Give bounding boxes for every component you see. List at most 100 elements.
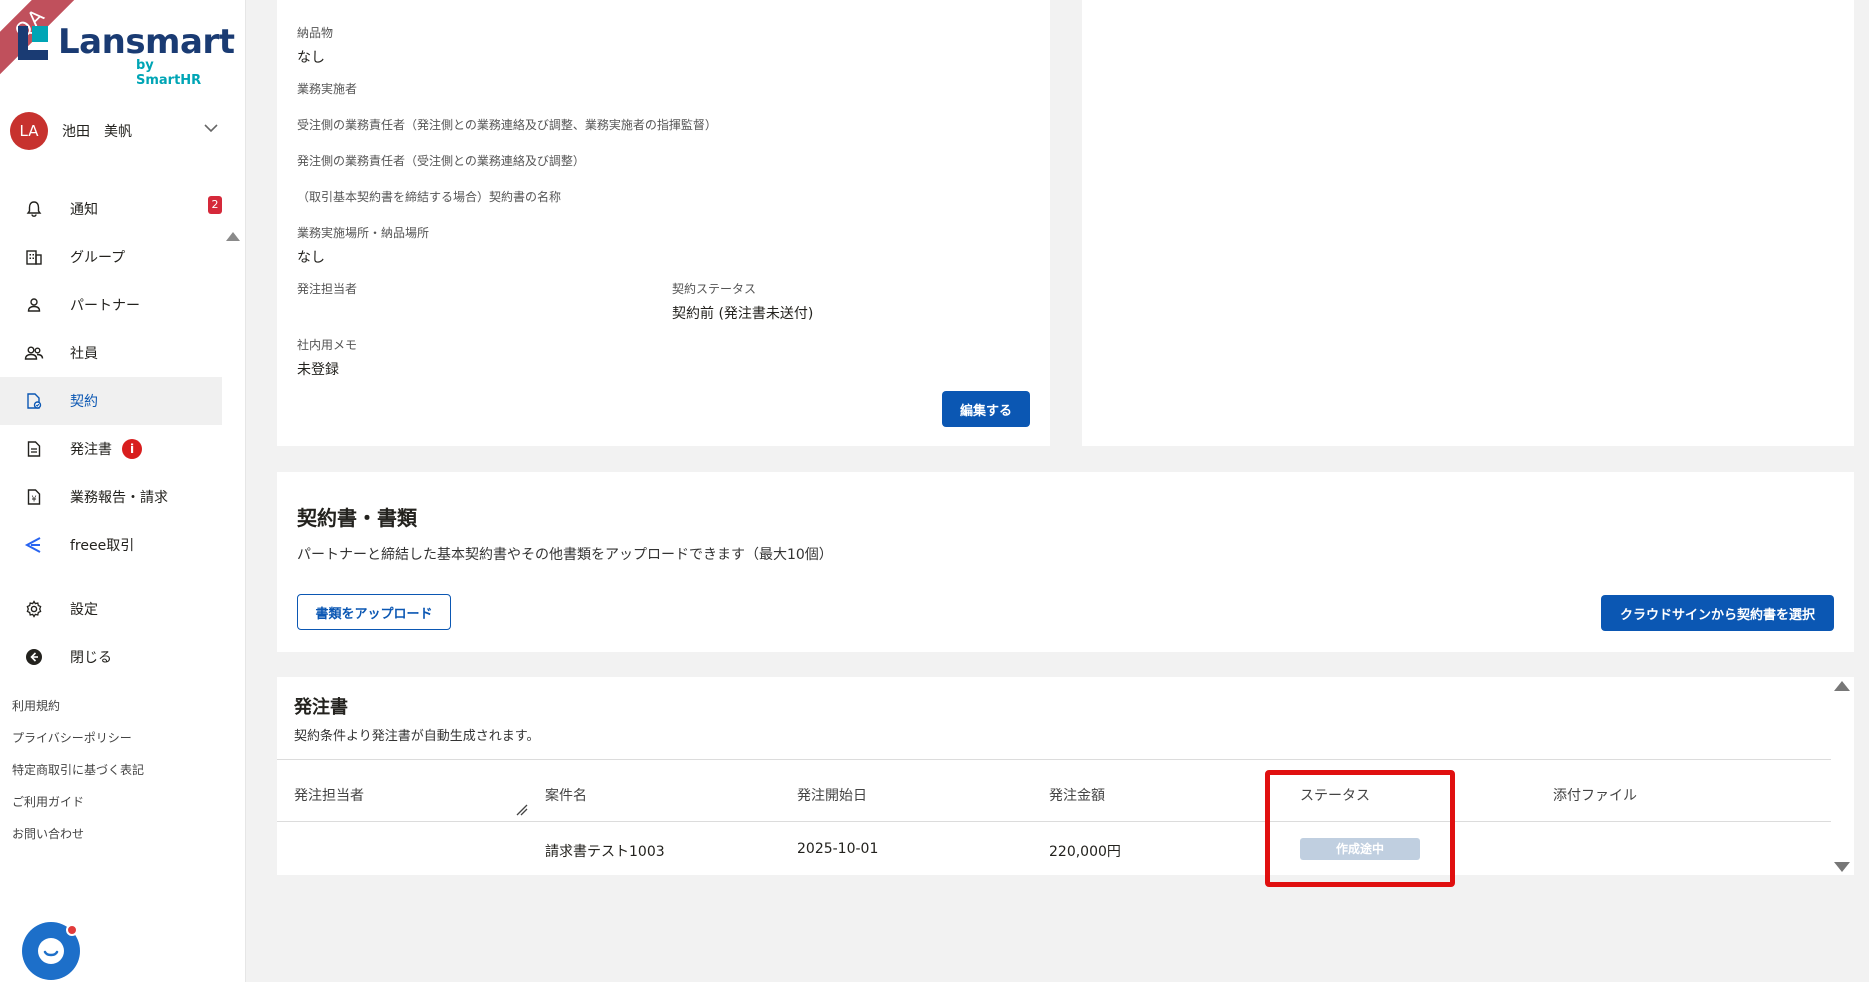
app-logo[interactable]: Lansmart by SmartHR	[18, 22, 235, 88]
sidebar-item-label: 契約	[70, 394, 98, 410]
status-highlight-box	[1265, 770, 1455, 887]
building-icon	[24, 247, 44, 267]
footer-link-privacy[interactable]: プライバシーポリシー	[12, 730, 144, 762]
invoice-icon: ¥	[24, 487, 44, 507]
field-deliverables: 納品物 なし	[297, 24, 333, 67]
chat-unread-dot	[66, 924, 78, 936]
footer-links: 利用規約 プライバシーポリシー 特定商取引に基づく表記 ご利用ガイド お問い合わ…	[12, 698, 144, 858]
column-header-person[interactable]: 発注担当者	[294, 785, 364, 805]
column-header-start-date[interactable]: 発注開始日	[797, 785, 867, 805]
sidebar-item-label: freee取引	[70, 538, 135, 554]
field-place: 業務実施場所・納品場所 なし	[297, 224, 429, 267]
table-header-divider	[277, 821, 1831, 822]
field-label: 受注側の業務責任者（発注側との業務連絡及び調整、業務実施者の指揮監督）	[297, 118, 717, 132]
user-name: 池田 美帆	[62, 124, 132, 140]
field-value: なし	[297, 50, 325, 66]
field-label: 業務実施者	[297, 82, 358, 96]
sidebar-item-label: 業務報告・請求	[70, 490, 168, 506]
avatar: LA	[10, 112, 48, 150]
field-contract-status: 契約ステータス 契約前 (発注書未送付)	[672, 280, 813, 323]
people-icon	[24, 343, 44, 363]
field-label: 契約ステータス	[672, 282, 757, 296]
field-orderer-manager: 発注側の業務責任者（受注側との業務連絡及び調整）	[297, 152, 585, 169]
field-executors: 業務実施者	[297, 80, 357, 97]
brand-name: Lansmart	[58, 22, 235, 62]
bell-icon	[24, 199, 44, 219]
field-memo: 社内用メモ 未登録	[297, 336, 357, 379]
chat-bubble-icon	[38, 938, 64, 964]
sidebar-item-close[interactable]: 閉じる	[0, 633, 222, 681]
sidebar-item-notifications[interactable]: 通知 2	[0, 185, 222, 233]
column-header-project[interactable]: 案件名	[545, 785, 587, 805]
documents-title: 契約書・書類	[297, 506, 417, 530]
svg-text:¥: ¥	[32, 495, 37, 504]
field-master-contract: （取引基本契約書を締結する場合）契約書の名称	[297, 188, 561, 205]
sidebar-item-employees[interactable]: 社員	[0, 329, 222, 377]
cell-start-date: 2025-10-01	[797, 841, 879, 857]
sidebar-item-settings[interactable]: 設定	[0, 585, 222, 633]
purchase-orders-description: 契約条件より発注書が自動生成されます。	[294, 729, 540, 744]
documents-description: パートナーと締結した基本契約書やその他書類をアップロードできます（最大10個）	[297, 547, 833, 563]
edit-button[interactable]: 編集する	[942, 391, 1030, 427]
arrow-left-circle-icon	[24, 647, 44, 667]
notification-count-badge: 2	[208, 196, 222, 214]
freee-logo-icon	[24, 535, 44, 555]
upload-document-button[interactable]: 書類をアップロード	[297, 594, 451, 630]
column-resize-icon[interactable]	[515, 803, 529, 817]
sidebar: QA Lansmart by SmartHR LA 池田 美帆 通知 2 グルー…	[0, 0, 246, 982]
sidebar-item-orders[interactable]: 発注書 i	[0, 425, 222, 473]
field-label: 社内用メモ	[297, 338, 358, 352]
select-cloudsign-button[interactable]: クラウドサインから契約書を選択	[1601, 595, 1834, 631]
sidebar-item-label: 発注書	[70, 442, 112, 458]
field-value: 未登録	[297, 362, 339, 378]
footer-link-contact[interactable]: お問い合わせ	[12, 826, 144, 858]
sidebar-scroll-up-icon[interactable]	[226, 232, 240, 241]
sidebar-item-label: 通知	[70, 202, 98, 218]
alert-info-icon: i	[122, 439, 142, 459]
sidebar-item-contracts[interactable]: 契約	[0, 377, 222, 425]
user-menu[interactable]: LA 池田 美帆	[10, 110, 225, 152]
footer-link-commerce[interactable]: 特定商取引に基づく表記	[12, 762, 144, 794]
brand-sub: by SmartHR	[136, 58, 202, 88]
sidebar-item-label: パートナー	[70, 298, 140, 314]
footer-link-terms[interactable]: 利用規約	[12, 698, 144, 730]
person-icon	[24, 295, 44, 315]
column-header-amount[interactable]: 発注金額	[1049, 785, 1105, 805]
sidebar-item-groups[interactable]: グループ	[0, 233, 222, 281]
field-value: 契約前 (発注書未送付)	[672, 306, 814, 322]
gear-icon	[24, 599, 44, 619]
contract-side-panel	[1082, 0, 1854, 446]
field-label: 発注側の業務責任者（受注側との業務連絡及び調整）	[297, 154, 585, 168]
table-top-divider	[277, 759, 1831, 760]
lansmart-logo-icon	[18, 26, 48, 60]
footer-link-guide[interactable]: ご利用ガイド	[12, 794, 144, 826]
chevron-down-icon[interactable]	[203, 120, 219, 136]
table-scroll-up-icon[interactable]	[1834, 681, 1850, 691]
sidebar-item-label: 設定	[70, 602, 98, 618]
chat-support-button[interactable]	[22, 922, 80, 980]
sidebar-item-label: 閉じる	[70, 650, 112, 666]
purchase-orders-panel: 発注書 契約条件より発注書が自動生成されます。 発注担当者 案件名 発注開始日 …	[277, 677, 1854, 875]
field-label: （取引基本契約書を締結する場合）契約書の名称	[297, 190, 562, 204]
sidebar-item-label: 社員	[70, 346, 98, 362]
table-scroll-down-icon[interactable]	[1834, 862, 1850, 872]
sidebar-item-label: グループ	[70, 250, 126, 266]
contract-details-panel: 納品物 なし 業務実施者 受注側の業務責任者（発注側との業務連絡及び調整、業務実…	[277, 0, 1050, 446]
cell-project[interactable]: 請求書テスト1003	[545, 841, 665, 861]
field-recipient-manager: 受注側の業務責任者（発注側との業務連絡及び調整、業務実施者の指揮監督）	[297, 116, 717, 133]
sidebar-item-reports[interactable]: ¥ 業務報告・請求	[0, 473, 222, 521]
column-header-attachment[interactable]: 添付ファイル	[1553, 785, 1637, 805]
field-person-in-charge: 発注担当者	[297, 280, 357, 297]
field-label: 業務実施場所・納品場所	[297, 226, 430, 240]
cell-amount: 220,000円	[1049, 844, 1121, 860]
document-icon	[24, 439, 44, 459]
sidebar-nav: 通知 2 グループ パートナー 社員 契約 発注書 i ¥ 業務報告・請求 fr…	[0, 185, 222, 681]
contract-document-icon	[24, 391, 44, 411]
sidebar-item-freee[interactable]: freee取引	[0, 521, 222, 569]
documents-panel: 契約書・書類 パートナーと締結した基本契約書やその他書類をアップロードできます（…	[277, 472, 1854, 652]
field-label: 発注担当者	[297, 282, 358, 296]
field-label: 納品物	[297, 26, 334, 40]
purchase-orders-title: 発注書	[294, 697, 348, 718]
sidebar-item-partners[interactable]: パートナー	[0, 281, 222, 329]
